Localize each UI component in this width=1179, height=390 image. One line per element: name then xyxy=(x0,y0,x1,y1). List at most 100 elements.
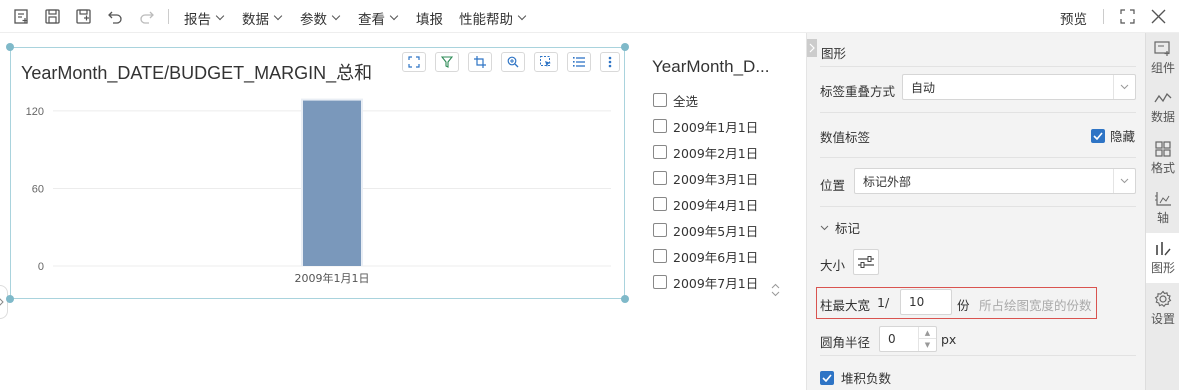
preview-label: 预览 xyxy=(1060,12,1087,28)
filter-item[interactable]: 2009年1月1日 xyxy=(653,113,758,139)
checkbox[interactable] xyxy=(653,145,667,159)
filter-title: YearMonth_D... xyxy=(652,57,770,76)
resize-handle[interactable] xyxy=(621,43,629,51)
number-spinner[interactable]: ▲ ▼ xyxy=(918,327,936,351)
chevron-down-icon xyxy=(331,11,341,21)
menu-report-label: 报告 xyxy=(184,12,211,28)
menu-view[interactable]: 查看 xyxy=(358,8,399,28)
save-icon[interactable] xyxy=(42,6,62,26)
chevron-down-icon xyxy=(273,11,283,21)
gear-icon xyxy=(1154,290,1172,307)
fullscreen-icon[interactable] xyxy=(1117,6,1137,26)
checkbox[interactable] xyxy=(653,119,667,133)
filter-item-select-all[interactable]: 全选 xyxy=(653,87,758,113)
stack-negative-checkbox[interactable]: 堆积负数 xyxy=(820,368,891,387)
redo-icon[interactable] xyxy=(136,6,156,26)
menu-performance-help[interactable]: 性能帮助 xyxy=(459,8,527,28)
tab-graphics[interactable]: 图形 xyxy=(1146,233,1179,283)
menu-report[interactable]: 报告 xyxy=(184,8,225,28)
checkbox-checked[interactable] xyxy=(1091,128,1105,143)
resize-handle[interactable] xyxy=(621,295,629,303)
corner-radius-label: 圆角半径 xyxy=(820,335,871,350)
side-tabs: 组件 数据 格式 轴 图形 设置 xyxy=(1145,33,1179,390)
filter-item-label: 全选 xyxy=(673,93,699,109)
filter-item[interactable]: 2009年3月1日 xyxy=(653,165,758,191)
corner-radius-input[interactable]: 0 ▲ ▼ xyxy=(879,326,937,352)
chevron-right-icon xyxy=(809,43,815,53)
filter-checkbox-list: 全选 2009年1月1日 2009年2月1日 2009年3月1日 2009年4月… xyxy=(653,87,758,295)
checkbox[interactable] xyxy=(653,197,667,211)
toolbar-divider xyxy=(168,9,169,24)
new-report-icon[interactable] xyxy=(11,6,31,26)
tab-settings[interactable]: 设置 xyxy=(1146,283,1179,333)
size-slider-button[interactable] xyxy=(853,249,879,275)
filter-item-label: 2009年2月1日 xyxy=(673,145,759,161)
checkbox[interactable] xyxy=(653,275,667,289)
save-as-icon[interactable] xyxy=(73,6,93,26)
checkbox[interactable] xyxy=(653,223,667,237)
preview-button[interactable]: 预览 xyxy=(1060,8,1087,28)
tab-format[interactable]: 格式 xyxy=(1146,133,1179,183)
y-tick-label: 60 xyxy=(32,183,44,195)
value-label-label: 数值标签 xyxy=(820,130,871,145)
hide-checkbox[interactable]: 隐藏 xyxy=(1091,126,1135,145)
checkbox[interactable] xyxy=(653,93,667,107)
close-icon[interactable] xyxy=(1148,6,1168,26)
tab-label: 设置 xyxy=(1150,311,1175,326)
top-toolbar: 报告 数据 参数 查看 填报 性能帮助 预览 xyxy=(0,0,1179,33)
divider xyxy=(820,157,1136,158)
checkbox-checked[interactable] xyxy=(820,370,834,385)
label-overlap-label: 标签重叠方式 xyxy=(820,84,896,99)
menu-parameter[interactable]: 参数 xyxy=(300,8,341,28)
decrement-icon[interactable]: ▼ xyxy=(919,339,936,351)
marker-section-header[interactable]: 标记 xyxy=(820,218,860,237)
checkbox[interactable] xyxy=(653,249,667,263)
bar xyxy=(303,100,361,266)
resize-handle[interactable] xyxy=(6,43,14,51)
tab-label: 图形 xyxy=(1150,260,1175,275)
label-overlap-value: 自动 xyxy=(911,80,936,95)
position-select[interactable]: 标记外部 xyxy=(854,168,1136,194)
scroll-updown-icon xyxy=(771,283,780,297)
property-panel: 图形 标签重叠方式 自动 数值标签 隐藏 位置 标记外部 标记 大小 柱最大宽 … xyxy=(806,33,1145,390)
corner-radius-unit: px xyxy=(941,332,957,347)
tab-components[interactable]: 组件 xyxy=(1146,33,1179,83)
chart-widget[interactable]: YearMonth_DATE/BUDGET_MARGIN_总和 0 60 120… xyxy=(10,47,625,299)
tab-label: 组件 xyxy=(1150,60,1175,75)
panel-section-title: 图形 xyxy=(821,46,847,61)
tab-axis[interactable]: 轴 xyxy=(1146,183,1179,233)
label-overlap-select[interactable]: 自动 xyxy=(902,74,1136,100)
bar-max-width-prefix: 1/ xyxy=(877,295,890,310)
menu-view-label: 查看 xyxy=(358,12,385,28)
chevron-down-icon xyxy=(1113,75,1135,99)
panel-collapse-toggle[interactable] xyxy=(807,39,817,57)
undo-icon[interactable] xyxy=(105,6,125,26)
resize-handle[interactable] xyxy=(6,295,14,303)
filter-scroll-arrows[interactable] xyxy=(771,283,780,299)
checkbox[interactable] xyxy=(653,171,667,185)
filter-item-label: 2009年7月1日 xyxy=(673,275,759,291)
filter-item[interactable]: 2009年2月1日 xyxy=(653,139,758,165)
filter-item[interactable]: 2009年4月1日 xyxy=(653,191,758,217)
y-tick-label: 120 xyxy=(26,106,44,118)
filter-item-label: 2009年6月1日 xyxy=(673,249,759,265)
position-label: 位置 xyxy=(820,178,846,193)
chevron-down-icon xyxy=(1113,169,1135,193)
toolbar-divider xyxy=(1103,9,1104,24)
divider xyxy=(820,66,1136,67)
grid-icon xyxy=(1155,140,1171,157)
marker-section-label: 标记 xyxy=(835,221,861,236)
menu-data[interactable]: 数据 xyxy=(242,8,283,28)
filter-item[interactable]: 2009年7月1日 xyxy=(653,269,758,295)
bar-max-width-input[interactable]: 10 xyxy=(900,289,952,315)
tab-label: 轴 xyxy=(1156,210,1169,225)
filter-item[interactable]: 2009年6月1日 xyxy=(653,243,758,269)
filter-item[interactable]: 2009年5月1日 xyxy=(653,217,758,243)
menu-parameter-label: 参数 xyxy=(300,12,327,28)
components-icon xyxy=(1154,40,1170,56)
increment-icon[interactable]: ▲ xyxy=(919,327,936,339)
y-tick-label: 0 xyxy=(38,261,44,273)
menu-fill[interactable]: 填报 xyxy=(416,8,443,28)
filter-item-label: 2009年1月1日 xyxy=(673,119,759,135)
tab-data[interactable]: 数据 xyxy=(1146,83,1179,133)
